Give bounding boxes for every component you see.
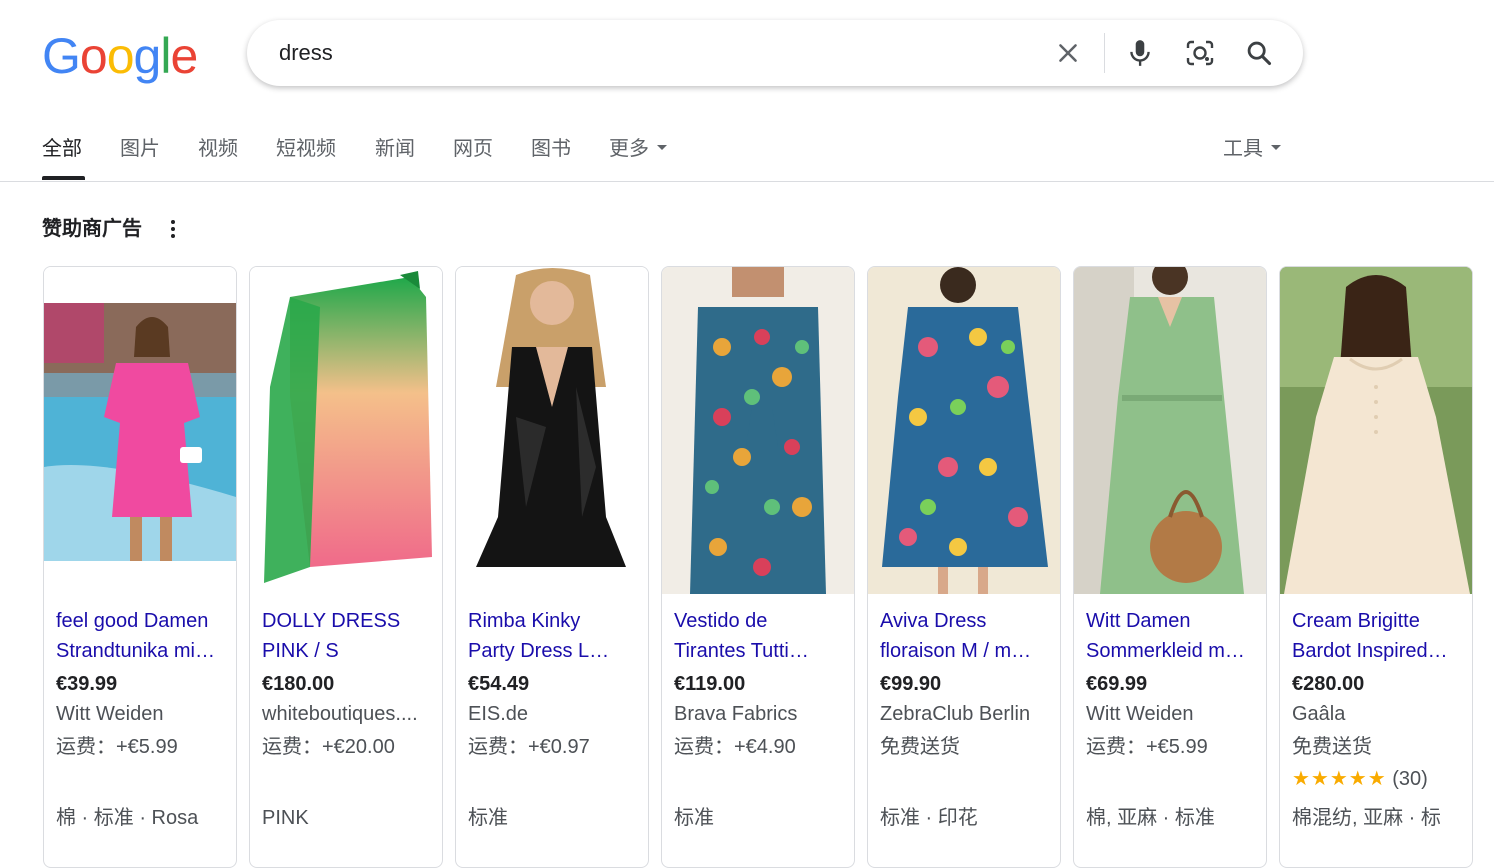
search-tabs: 全部 图片 视频 短视频 新闻 网页 图书 更多 工具 [42, 134, 1494, 182]
tab-books[interactable]: 图书 [531, 134, 571, 164]
logo-letter: o [79, 28, 108, 84]
search-input[interactable] [277, 32, 1021, 74]
product-title-line[interactable]: DOLLY DRESS [262, 606, 434, 636]
product-attributes: 棉, 亚麻 · 标准 [1086, 807, 1215, 829]
product-price: €280.00 [1292, 673, 1365, 695]
product-attributes: 标准 [468, 807, 508, 829]
product-card[interactable]: Aviva Dress floraison M / m… €99.90 Zebra… [867, 266, 1061, 868]
rating-count: (30) [1392, 768, 1428, 790]
product-title-line[interactable]: Vestido de [674, 606, 846, 636]
product-shipping: 运费：+€5.99 [1086, 736, 1208, 758]
product-title-line[interactable]: Party Dress L… [468, 636, 640, 666]
close-icon[interactable] [1052, 37, 1084, 69]
product-shipping: 免费送货 [880, 736, 960, 758]
product-seller: ZebraClub Berlin [880, 703, 1031, 725]
mic-icon[interactable] [1124, 37, 1156, 69]
product-image[interactable] [250, 267, 442, 594]
product-image[interactable] [1074, 267, 1266, 594]
product-rating[interactable]: ★★★★★ (30) [1292, 765, 1428, 793]
product-title-line[interactable]: feel good Damen [56, 606, 228, 636]
product-card[interactable]: feel good Damen Strandtunika mi… €39.99 W… [43, 266, 237, 868]
product-image[interactable] [456, 267, 648, 594]
product-title-line[interactable]: Aviva Dress [880, 606, 1052, 636]
product-seller: Brava Fabrics [674, 703, 798, 725]
product-price: €119.00 [674, 673, 746, 695]
tab-short-videos[interactable]: 短视频 [276, 134, 336, 164]
product-attributes: 棉 · 标准 · Rosa [56, 807, 199, 829]
logo-letter: e [170, 28, 198, 84]
tab-more[interactable]: 更多 [609, 134, 667, 164]
logo-letter: l [160, 28, 171, 84]
product-title-line[interactable]: Rimba Kinky [468, 606, 640, 636]
product-seller: EIS.de [468, 703, 529, 725]
product-seller: Gaâla [1292, 703, 1346, 725]
tabs-divider [0, 181, 1494, 182]
more-options-icon[interactable] [163, 218, 183, 240]
product-shipping: 运费：+€5.99 [56, 736, 178, 758]
tab-images[interactable]: 图片 [120, 134, 160, 164]
product-image[interactable] [44, 267, 236, 594]
tab-news[interactable]: 新闻 [375, 134, 415, 164]
product-price: €69.99 [1086, 673, 1148, 695]
search-icon[interactable] [1243, 37, 1275, 69]
product-title-line[interactable]: Sommerkleid m… [1086, 636, 1258, 666]
product-seller: Witt Weiden [56, 703, 164, 725]
product-attributes: 标准 · 印花 [880, 807, 978, 829]
star-rating-icon: ★★★★★ [1292, 768, 1387, 790]
tools-label: 工具 [1223, 138, 1263, 160]
product-attributes: 标准 [674, 807, 714, 829]
tab-web[interactable]: 网页 [453, 134, 493, 164]
product-price: €39.99 [56, 673, 118, 695]
search-divider [1104, 33, 1105, 73]
product-card[interactable]: Cream Brigitte Bardot Inspired… €280.00 G… [1279, 266, 1473, 868]
product-price: €180.00 [262, 673, 335, 695]
product-image[interactable] [1280, 267, 1472, 594]
caret-down-icon [657, 145, 667, 151]
sponsored-heading: 赞助商广告 [42, 218, 142, 240]
product-attributes: 棉混纺, 亚麻 · 标 [1292, 807, 1441, 829]
product-title-line[interactable]: floraison M / m… [880, 636, 1052, 666]
search-box [247, 20, 1303, 86]
product-card[interactable]: Witt Damen Sommerkleid m… €69.99 Witt Wei… [1073, 266, 1267, 868]
product-attributes: PINK [262, 807, 309, 829]
product-card[interactable]: Rimba Kinky Party Dress L… €54.49 EIS.de … [455, 266, 649, 868]
logo-letter: o [106, 28, 135, 84]
logo-letter: g [133, 28, 162, 84]
google-logo[interactable]: Google [42, 26, 198, 86]
product-title-line[interactable]: PINK / S [262, 636, 434, 666]
product-price: €54.49 [468, 673, 530, 695]
product-seller: whiteboutiques.... [262, 703, 418, 725]
tools-button[interactable]: 工具 [1223, 134, 1281, 164]
product-title-line[interactable]: Tirantes Tutti… [674, 636, 846, 666]
product-shipping: 运费：+€20.00 [262, 736, 395, 758]
product-card[interactable]: Vestido de Tirantes Tutti… €119.00 Brava … [661, 266, 855, 868]
product-title-line[interactable]: Strandtunika mi… [56, 636, 228, 666]
product-shipping: 运费：+€4.90 [674, 736, 796, 758]
product-image[interactable] [662, 267, 854, 594]
tab-videos[interactable]: 视频 [198, 134, 238, 164]
product-price: €99.90 [880, 673, 942, 695]
logo-letter: G [42, 28, 81, 84]
tab-more-label: 更多 [609, 138, 649, 160]
product-title-line[interactable]: Witt Damen [1086, 606, 1258, 636]
tab-all[interactable]: 全部 [42, 134, 82, 164]
product-title-line[interactable]: Cream Brigitte [1292, 606, 1464, 636]
product-card[interactable]: DOLLY DRESS PINK / S €180.00 whiteboutiqu… [249, 266, 443, 868]
product-shipping: 运费：+€0.97 [468, 736, 590, 758]
lens-icon[interactable] [1184, 37, 1216, 69]
active-tab-indicator [42, 176, 85, 180]
product-title-line[interactable]: Bardot Inspired… [1292, 636, 1464, 666]
product-seller: Witt Weiden [1086, 703, 1194, 725]
product-shipping: 免费送货 [1292, 736, 1372, 758]
product-image[interactable] [868, 267, 1060, 594]
caret-down-icon [1271, 145, 1281, 151]
